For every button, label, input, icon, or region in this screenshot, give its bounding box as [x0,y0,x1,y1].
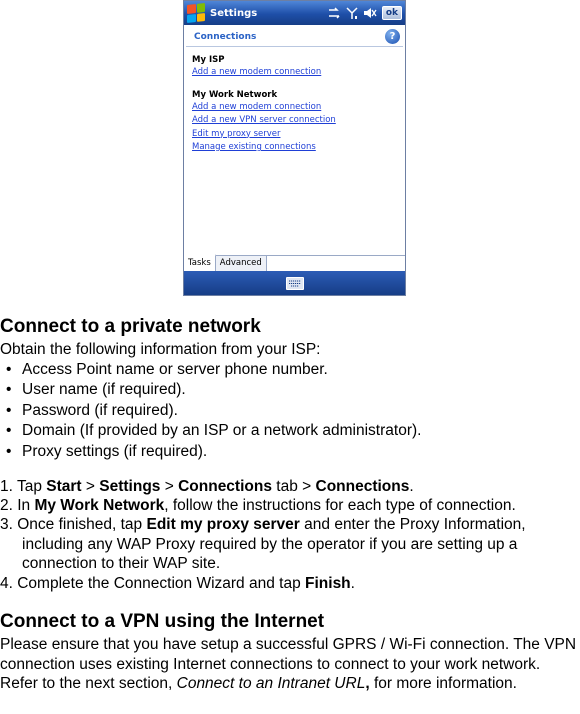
link-isp-add-modem[interactable]: Add a new modem connection [192,66,397,80]
page-heading: Connections [194,31,257,42]
requirements-list: Access Point name or server phone number… [0,360,580,463]
link-edit-proxy[interactable]: Edit my proxy server [192,128,397,142]
cross-reference: Connect to an Intranet URL [176,675,366,693]
link-manage-connections[interactable]: Manage existing connections [192,141,397,155]
title-bar: Settings ok [184,1,405,25]
tab-advanced[interactable]: Advanced [215,256,267,272]
keyboard-icon[interactable] [285,276,304,290]
window-title: Settings [210,7,258,19]
list-item: Password (if required). [6,401,580,422]
group-heading-my-isp: My ISP [192,55,225,65]
vpn-paragraph: Please ensure that you have setup a succ… [0,636,577,693]
menu-bar [184,271,405,295]
signal-strength-icon[interactable] [346,6,358,20]
link-work-add-modem[interactable]: Add a new modem connection [192,101,397,115]
device-screenshot: Settings ok Connections ? My ISP Add a n… [183,0,406,296]
intro-text: Obtain the following information from yo… [0,341,321,358]
list-item: Access Point name or server phone number… [6,360,580,381]
list-item: Domain (If provided by an ISP or a netwo… [6,421,580,442]
page-header: Connections ? [186,25,403,47]
connections-content: My ISP Add a new modem connection My Wor… [184,47,405,155]
windows-start-icon[interactable] [187,3,205,23]
tab-tasks[interactable]: Tasks [184,254,216,272]
speaker-muted-icon[interactable] [363,7,377,19]
list-item: User name (if required). [6,380,580,401]
step-2: 2. In My Work Network, follow the instru… [0,496,516,514]
step-1: 1. Tap Start > Settings > Connections ta… [0,477,414,495]
ok-button[interactable]: ok [381,6,402,20]
document-body: Connect to a private network Obtain the … [0,316,580,694]
step-3: 3. Once finished, tap Edit my proxy serv… [0,516,526,573]
connectivity-arrows-icon[interactable] [327,7,341,19]
tab-strip: Tasks Advanced [184,254,405,272]
list-item: Proxy settings (if required). [6,442,580,463]
link-work-add-vpn[interactable]: Add a new VPN server connection [192,114,397,128]
section-title-private-network: Connect to a private network [0,316,261,337]
group-heading-my-work-network: My Work Network [192,89,278,100]
steps-list: 1. Tap Start > Settings > Connections ta… [0,477,580,593]
help-icon[interactable]: ? [385,29,400,44]
step-4: 4. Complete the Connection Wizard and ta… [0,574,355,592]
section-title-vpn: Connect to a VPN using the Internet [0,611,325,632]
